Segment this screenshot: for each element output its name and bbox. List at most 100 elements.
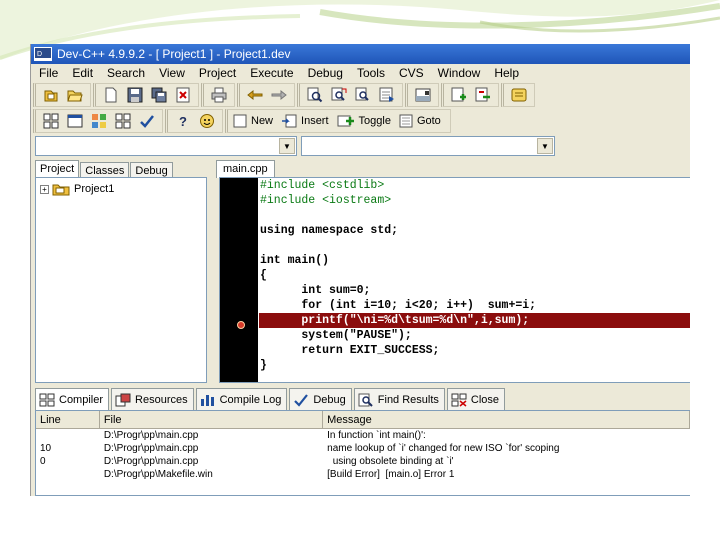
column-header-message[interactable]: Message <box>323 411 690 428</box>
menu-search[interactable]: Search <box>100 66 152 80</box>
editor-gutter[interactable] <box>220 178 258 382</box>
cell-message: using obsolete binding at `i' <box>327 456 454 467</box>
cell-message: [Build Error] [main.o] Error 1 <box>327 469 455 480</box>
goto-bookmark-icon <box>399 114 413 128</box>
code-line: } <box>260 359 267 372</box>
save-all-icon <box>151 87 167 103</box>
cell-file: D:\Progr\pp\main.cpp <box>103 430 199 441</box>
project-options-button[interactable] <box>508 85 530 105</box>
secondary-toolbar: ? New Insert Toggle Goto <box>31 108 690 134</box>
cell-line: 0 <box>40 456 46 467</box>
menu-project[interactable]: Project <box>192 66 243 80</box>
menu-tools[interactable]: Tools <box>350 66 392 80</box>
tab-classes[interactable]: Classes <box>80 162 130 178</box>
code-line: int sum=0; <box>260 284 371 297</box>
column-header-line[interactable]: Line <box>36 411 100 428</box>
class-combo-bar: ▼ ▼ <box>35 134 690 158</box>
new-file-button[interactable] <box>100 85 122 105</box>
rebuild-all-button[interactable] <box>112 111 134 131</box>
project-tree: + Project1 <box>35 177 207 383</box>
tab-main-cpp[interactable]: main.cpp <box>216 160 275 178</box>
tab-compile-log[interactable]: Compile Log <box>195 388 288 410</box>
toolbar-group-help: ? <box>165 109 223 133</box>
menu-cvs[interactable]: CVS <box>392 66 431 80</box>
undo-button[interactable] <box>244 85 266 105</box>
toolbar-group-undo <box>237 83 295 107</box>
tab-compiler[interactable]: Compiler <box>35 388 110 410</box>
save-all-button[interactable] <box>148 85 170 105</box>
member-select[interactable]: ▼ <box>301 136 555 156</box>
new-class-button[interactable]: New <box>231 111 279 131</box>
menu-edit[interactable]: Edit <box>65 66 100 80</box>
cell-message: name lookup of `i' changed for new ISO `… <box>327 443 560 454</box>
open-project-button[interactable] <box>64 85 86 105</box>
output-tabs: Compiler Resources Compile Log Debug Fin… <box>35 388 507 410</box>
save-icon <box>127 87 143 103</box>
code-line: int main() <box>260 254 330 267</box>
table-row[interactable]: D:\Progr\pp\main.cpp In function `int ma… <box>36 429 690 442</box>
close-file-button[interactable] <box>172 85 194 105</box>
goto-bookmark-button[interactable]: Goto <box>397 111 447 131</box>
save-button[interactable] <box>124 85 146 105</box>
code-editor[interactable]: #include <cstdlib> #include <iostream> u… <box>219 177 690 383</box>
toolbar-group-file <box>93 83 199 107</box>
svg-text:?: ? <box>179 114 187 129</box>
insert-button[interactable]: Insert <box>279 111 335 131</box>
tab-close[interactable]: Close <box>446 388 506 410</box>
breakpoint-code-line: printf("\ni=%d\tsum=%d\n",i,sum); <box>259 313 690 328</box>
toggle-label: Toggle <box>358 115 391 127</box>
run-button[interactable] <box>64 111 86 131</box>
title-bar: D Dev-C++ 4.9.9.2 - [ Project1 ] - Proje… <box>31 44 690 64</box>
compile-button[interactable] <box>40 111 62 131</box>
redo-button[interactable] <box>268 85 290 105</box>
find-button[interactable] <box>304 85 326 105</box>
new-file-icon <box>105 87 117 103</box>
vertical-splitter[interactable] <box>209 158 213 384</box>
menu-debug[interactable]: Debug <box>301 66 350 80</box>
compile-grid-icon <box>43 113 59 129</box>
expand-toggle-icon[interactable]: + <box>40 184 49 194</box>
tree-node-project1[interactable]: + Project1 <box>40 182 114 196</box>
new-project-button[interactable] <box>40 85 62 105</box>
table-row[interactable]: 10 D:\Progr\pp\main.cpp name lookup of `… <box>36 442 690 455</box>
tab-debug-output[interactable]: Debug <box>289 388 352 410</box>
menu-window[interactable]: Window <box>431 66 488 80</box>
options-icon <box>511 88 527 102</box>
code-line: #include <iostream> <box>260 194 392 207</box>
menu-execute[interactable]: Execute <box>243 66 300 80</box>
table-row[interactable]: D:\Progr\pp\Makefile.win [Build Error] [… <box>36 468 690 481</box>
tab-project[interactable]: Project <box>35 160 80 178</box>
menu-view[interactable]: View <box>152 66 192 80</box>
tab-resources[interactable]: Resources <box>111 388 194 410</box>
compile-run-icon <box>92 114 106 128</box>
printer-icon <box>211 87 227 103</box>
toggle-panel-button[interactable] <box>412 85 434 105</box>
remove-from-project-button[interactable] <box>472 85 494 105</box>
compiler-messages-list[interactable]: Line File Message D:\Progr\pp\main.cpp I… <box>35 410 690 496</box>
toggle-bookmark-button[interactable]: Toggle <box>335 111 397 131</box>
find-next-button[interactable] <box>352 85 374 105</box>
tab-debug[interactable]: Debug <box>130 162 173 178</box>
about-button[interactable] <box>196 111 218 131</box>
goto-line-button[interactable] <box>376 85 398 105</box>
replace-button[interactable] <box>328 85 350 105</box>
project-folder-icon <box>52 184 70 196</box>
rebuild-grid-icon <box>115 113 131 129</box>
column-header-file[interactable]: File <box>100 411 324 428</box>
code-area[interactable]: #include <cstdlib> #include <iostream> u… <box>259 178 690 373</box>
tab-close-label: Close <box>470 393 500 406</box>
find-icon <box>307 87 323 103</box>
menu-help[interactable]: Help <box>487 66 526 80</box>
menu-file[interactable]: File <box>31 66 65 80</box>
devcpp-window: D Dev-C++ 4.9.9.2 - [ Project1 ] - Proje… <box>30 44 690 496</box>
compile-run-button[interactable] <box>88 111 110 131</box>
syntax-check-button[interactable] <box>136 111 158 131</box>
breakpoint-icon[interactable] <box>237 321 245 329</box>
help-button[interactable]: ? <box>172 111 194 131</box>
print-button[interactable] <box>208 85 230 105</box>
tab-find-results[interactable]: Find Results <box>353 388 445 410</box>
new-document-icon <box>233 114 247 128</box>
add-to-project-button[interactable] <box>448 85 470 105</box>
table-row[interactable]: 0 D:\Progr\pp\main.cpp using obsolete bi… <box>36 455 690 468</box>
class-select[interactable]: ▼ <box>35 136 297 156</box>
